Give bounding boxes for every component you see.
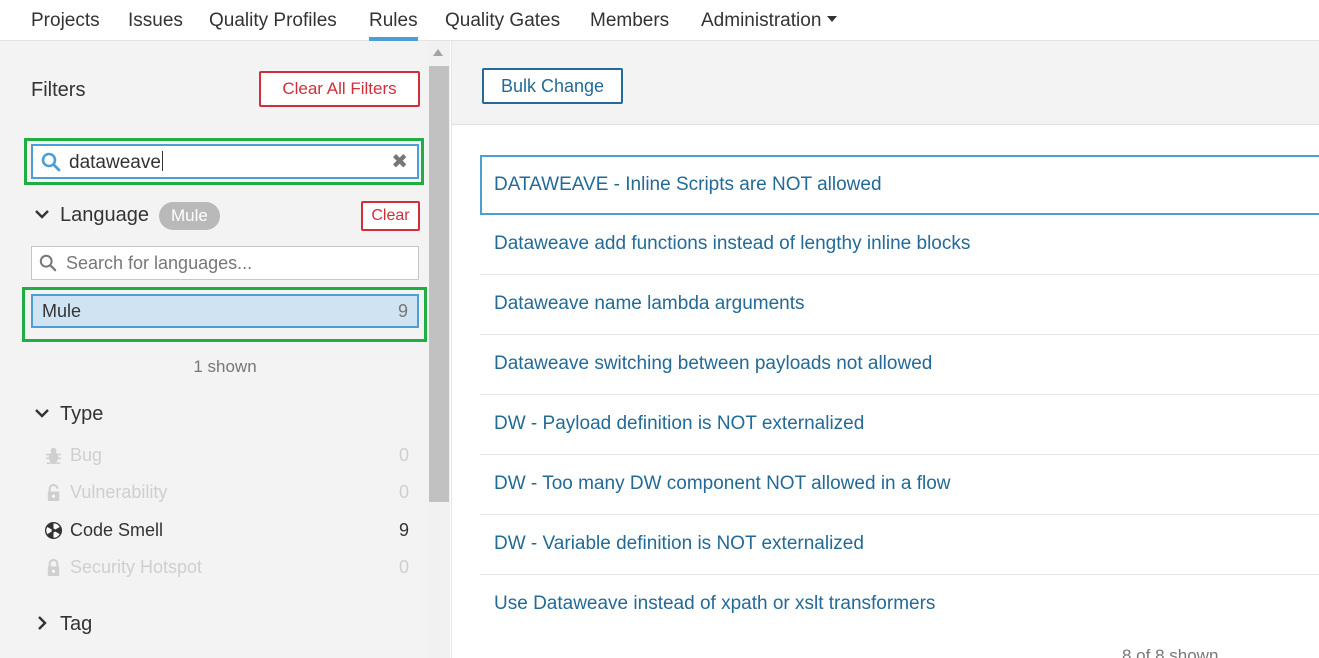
top-navigation: Projects Issues Quality Profiles Rules Q… bbox=[0, 0, 1319, 41]
chevron-right-icon bbox=[38, 615, 47, 630]
chevron-down-icon bbox=[35, 209, 49, 219]
nav-projects[interactable]: Projects bbox=[31, 0, 100, 41]
rules-shown-count: 8 of 8 shown bbox=[1122, 646, 1219, 658]
nav-quality-profiles[interactable]: Quality Profiles bbox=[209, 0, 337, 41]
scrollbar-thumb[interactable] bbox=[429, 66, 449, 502]
type-option-code-smell[interactable]: Code Smell 9 bbox=[44, 519, 409, 545]
language-option-name: Mule bbox=[42, 301, 82, 321]
type-option-count: 0 bbox=[398, 557, 409, 577]
filters-sidebar: Filters Clear All Filters dataweave ✖ La… bbox=[0, 41, 428, 658]
code-smell-icon bbox=[44, 521, 63, 540]
bug-icon bbox=[45, 447, 62, 464]
rule-row[interactable]: Dataweave name lambda arguments bbox=[480, 275, 1319, 335]
nav-issues[interactable]: Issues bbox=[128, 0, 183, 41]
clear-language-button[interactable]: Clear bbox=[361, 201, 420, 231]
type-option-count: 0 bbox=[398, 482, 409, 502]
nav-quality-gates[interactable]: Quality Gates bbox=[445, 0, 560, 41]
nav-administration-label: Administration bbox=[701, 10, 822, 31]
lock-icon bbox=[47, 558, 60, 577]
language-facet-toggle[interactable]: Language bbox=[33, 204, 149, 227]
rule-search-input[interactable]: dataweave ✖ bbox=[31, 144, 419, 179]
rule-row[interactable]: Use Dataweave instead of xpath or xslt t… bbox=[480, 575, 1319, 635]
clear-search-icon[interactable]: ✖ bbox=[391, 150, 408, 174]
type-option-bug[interactable]: Bug 0 bbox=[44, 444, 409, 470]
rule-link[interactable]: Dataweave add functions instead of lengt… bbox=[494, 233, 970, 255]
rule-link[interactable]: Dataweave name lambda arguments bbox=[494, 293, 805, 315]
tag-facet-toggle[interactable]: Tag bbox=[33, 613, 92, 636]
type-option-vulnerability[interactable]: Vulnerability 0 bbox=[44, 481, 409, 507]
type-option-security-hotspot[interactable]: Security Hotspot 0 bbox=[44, 556, 409, 582]
rule-link[interactable]: DW - Payload definition is NOT externali… bbox=[494, 413, 864, 435]
rule-row[interactable]: DW - Payload definition is NOT externali… bbox=[480, 395, 1319, 455]
rule-row[interactable]: Dataweave add functions instead of lengt… bbox=[480, 215, 1319, 275]
type-option-label: Vulnerability bbox=[70, 482, 168, 502]
text-cursor bbox=[161, 150, 163, 171]
type-facet-toggle[interactable]: Type bbox=[33, 403, 103, 426]
rule-link[interactable]: DATAWEAVE - Inline Scripts are NOT allow… bbox=[494, 174, 882, 196]
rule-link[interactable]: DW - Variable definition is NOT external… bbox=[494, 533, 864, 555]
rule-link[interactable]: Use Dataweave instead of xpath or xslt t… bbox=[494, 593, 935, 615]
language-search-input[interactable] bbox=[66, 251, 406, 275]
search-icon bbox=[39, 254, 57, 272]
clear-all-filters-button[interactable]: Clear All Filters bbox=[259, 71, 420, 107]
rule-link[interactable]: DW - Too many DW component NOT allowed i… bbox=[494, 473, 951, 495]
language-option-count: 9 bbox=[397, 301, 408, 321]
type-facet-heading: Type bbox=[60, 403, 104, 425]
scroll-up-arrow-icon[interactable] bbox=[433, 49, 443, 56]
lock-icon bbox=[47, 483, 60, 502]
bulk-change-button[interactable]: Bulk Change bbox=[482, 68, 623, 104]
type-option-count: 0 bbox=[398, 445, 409, 465]
nav-rules[interactable]: Rules bbox=[369, 0, 418, 41]
type-option-label: Bug bbox=[70, 445, 103, 465]
panel-divider bbox=[451, 41, 452, 658]
rule-search-value: dataweave bbox=[69, 150, 163, 174]
chevron-down-icon bbox=[35, 408, 49, 418]
rule-search-text: dataweave bbox=[69, 152, 161, 173]
type-option-label: Code Smell bbox=[70, 520, 164, 540]
rule-row[interactable]: DW - Variable definition is NOT external… bbox=[480, 515, 1319, 575]
search-icon bbox=[41, 152, 61, 172]
language-option-mule[interactable]: Mule 9 bbox=[31, 294, 419, 328]
language-search-field[interactable] bbox=[31, 246, 419, 280]
rule-row[interactable]: DW - Too many DW component NOT allowed i… bbox=[480, 455, 1319, 515]
rule-row[interactable]: Dataweave switching between payloads not… bbox=[480, 335, 1319, 395]
language-shown-count: 1 shown bbox=[193, 357, 257, 376]
language-selected-badge: Mule bbox=[159, 202, 220, 230]
filters-title: Filters bbox=[31, 79, 86, 101]
rule-row-selected[interactable]: DATAWEAVE - Inline Scripts are NOT allow… bbox=[480, 155, 1319, 215]
nav-members[interactable]: Members bbox=[590, 0, 669, 41]
tag-facet-heading: Tag bbox=[60, 613, 93, 635]
caret-down-icon bbox=[827, 15, 838, 22]
language-facet-heading: Language bbox=[60, 204, 149, 226]
nav-administration[interactable]: Administration bbox=[701, 0, 838, 41]
rule-link[interactable]: Dataweave switching between payloads not… bbox=[494, 353, 932, 375]
type-option-count: 9 bbox=[398, 520, 409, 540]
rules-list: DATAWEAVE - Inline Scripts are NOT allow… bbox=[480, 155, 1319, 635]
type-option-label: Security Hotspot bbox=[70, 557, 203, 577]
sidebar-scrollbar[interactable] bbox=[428, 41, 450, 658]
